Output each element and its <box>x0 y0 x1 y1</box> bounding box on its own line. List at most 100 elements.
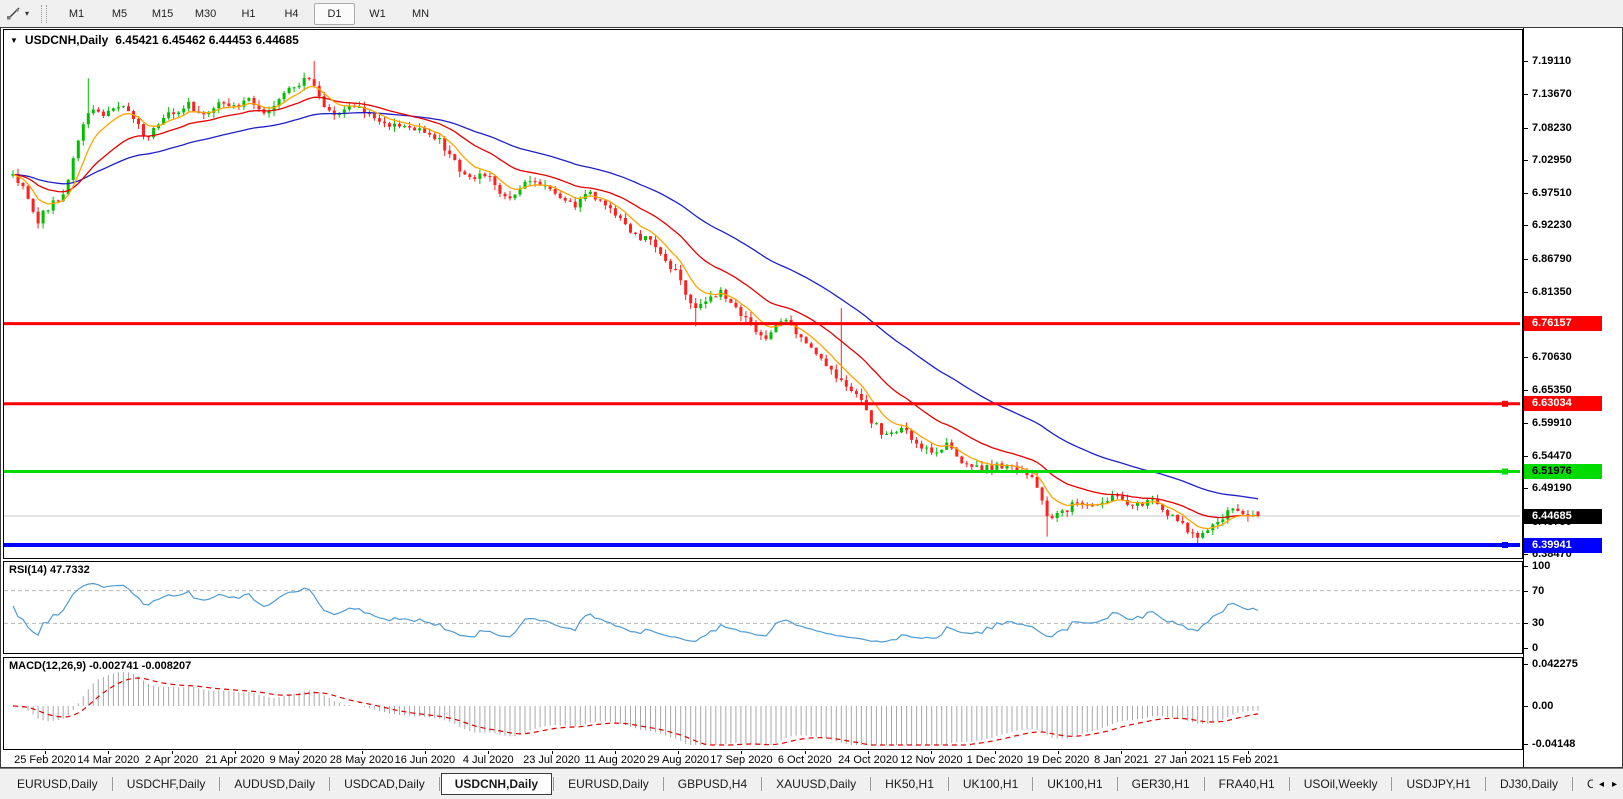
tab-separator <box>1288 777 1290 791</box>
tabs-scroll-left-icon[interactable]: ◂ <box>1599 779 1604 790</box>
price-tick-dash <box>1524 291 1528 293</box>
price-marker[interactable]: 6.76157 <box>1524 316 1602 332</box>
chart-window: ▼ USDCNH,Daily 6.45421 6.45462 6.44453 6… <box>0 27 1623 768</box>
timeframe-toolbar: M1 M5 M15 M30 H1 H4 D1 W1 MN <box>56 2 441 25</box>
price-tick-dash <box>1524 488 1528 490</box>
date-label: 8 Jan 2021 <box>1094 754 1149 766</box>
tab-usdjpy-h1[interactable]: USDJPY,H1 <box>1393 774 1483 794</box>
pointer-tool-group: ▾ <box>0 5 29 22</box>
rsi-panel[interactable]: RSI(14) 47.7332 <box>3 561 1523 654</box>
tab-audusd-daily[interactable]: AUDUSD,Daily <box>221 774 328 794</box>
rsi-scale-label: 100 <box>1532 560 1551 572</box>
chart-title: ▼ USDCNH,Daily 6.45421 6.45462 6.44453 6… <box>10 33 299 47</box>
symbol-collapse-icon[interactable]: ▼ <box>10 36 18 45</box>
timeframe-m30[interactable]: M30 <box>185 3 226 25</box>
rsi-chart <box>4 582 1520 643</box>
ma-line-fast <box>12 85 1259 530</box>
tab-gbpusd-h4[interactable]: GBPUSD,H4 <box>665 774 760 794</box>
price-tick-label: 6.97510 <box>1532 187 1572 200</box>
tab-dj30-daily[interactable]: DJ30,Daily <box>1487 774 1571 794</box>
timeframe-m5[interactable]: M5 <box>99 3 140 25</box>
price-tick-label: 7.13670 <box>1532 88 1572 101</box>
price-axis[interactable]: 7.19110 7.13670 7.08230 7.02950 6.97510 6.922… <box>1523 28 1622 767</box>
chart-tabs: EURUSD,Daily USDCHF,Daily AUDUSD,Daily USDC… <box>4 769 1593 799</box>
chart-symbol-label: USDCNH,Daily <box>24 33 109 47</box>
price-tick-label: 7.02950 <box>1532 153 1572 166</box>
main-chart-panel[interactable]: ▼ USDCNH,Daily 6.45421 6.45462 6.44453 6… <box>3 29 1523 559</box>
date-label: 9 May 2020 <box>269 754 327 766</box>
date-label: 17 Sep 2020 <box>710 754 773 766</box>
tab-eurusd-daily[interactable]: EURUSD,Daily <box>4 774 111 794</box>
tab-uk100-h1[interactable]: UK100,H1 <box>1034 774 1115 794</box>
level-line-handle[interactable] <box>1502 468 1508 475</box>
price-marker[interactable]: 6.51976 <box>1524 463 1602 479</box>
date-label: 2 Apr 2020 <box>145 754 199 766</box>
tab-separator <box>1391 777 1393 791</box>
date-label: 15 Feb 2021 <box>1217 754 1279 766</box>
tab-separator <box>329 777 331 791</box>
tab-separator <box>438 777 440 791</box>
price-tick-dash <box>1524 258 1528 260</box>
tab-fra40-h1[interactable]: FRA40,H1 <box>1206 774 1288 794</box>
candlestick-chart <box>4 61 1520 548</box>
tab-separator <box>1116 777 1118 791</box>
tab-uk100-h1[interactable]: UK100,H1 <box>950 774 1031 794</box>
tab-separator <box>870 777 872 791</box>
pointer-tool-dropdown-icon[interactable]: ▾ <box>25 9 29 18</box>
timeframe-h4[interactable]: H4 <box>271 3 312 25</box>
timeframe-w1[interactable]: W1 <box>357 3 398 25</box>
tab-ger30-h1[interactable]: GER30,H1 <box>1119 774 1203 794</box>
timeframe-h1[interactable]: H1 <box>228 3 269 25</box>
tab-usdcnh-daily[interactable]: USDCNH,Daily <box>440 773 553 795</box>
macd-scale-dash <box>1524 706 1528 707</box>
price-marker[interactable]: 6.39941 <box>1524 537 1602 553</box>
timeframe-mn[interactable]: MN <box>400 3 441 25</box>
ma-line-medium <box>12 96 1259 519</box>
top-toolbar: ▾ M1 M5 M15 M30 H1 H4 D1 W1 MN <box>0 0 1623 27</box>
date-label: 23 Jul 2020 <box>523 754 580 766</box>
macd-chart <box>12 671 1259 746</box>
macd-scale-label: -0.04148 <box>1532 738 1576 750</box>
tab-china300-h1[interactable]: CHINA300,H1 <box>1574 774 1593 794</box>
rsi-scale-label: 30 <box>1532 617 1545 630</box>
tab-separator <box>111 777 113 791</box>
timeframe-m15[interactable]: M15 <box>142 3 183 25</box>
tab-xauusd-daily[interactable]: XAUUSD,Daily <box>763 774 869 794</box>
tab-usdchf-daily[interactable]: USDCHF,Daily <box>114 774 219 794</box>
rsi-scale-label: 0 <box>1532 642 1539 654</box>
tab-separator <box>1032 777 1034 791</box>
date-label: 11 Aug 2020 <box>584 754 646 766</box>
rsi-scale-dash <box>1524 566 1528 567</box>
macd-scale-label: 0.042275 <box>1532 658 1578 670</box>
tab-eurusd-daily[interactable]: EURUSD,Daily <box>555 774 662 794</box>
tab-separator <box>1484 777 1486 791</box>
macd-panel[interactable]: MACD(12,26,9) -0.002741 -0.008207 <box>3 657 1523 750</box>
timeframe-m1[interactable]: M1 <box>56 3 97 25</box>
price-tick-label: 6.54470 <box>1532 450 1572 463</box>
date-label: 14 Mar 2020 <box>77 754 140 766</box>
tab-separator <box>947 777 949 791</box>
price-tick-label: 6.70630 <box>1532 351 1572 364</box>
date-label: 19 Dec 2020 <box>1026 754 1090 766</box>
date-label: 29 Aug 2020 <box>647 754 710 766</box>
macd-histogram <box>12 671 1259 745</box>
rsi-scale-label: 70 <box>1532 584 1545 597</box>
date-axis[interactable]: 25 Feb 2020 14 Mar 2020 2 Apr 2020 21 Apr 2… <box>3 751 1523 767</box>
price-tick-label: 6.59910 <box>1532 416 1572 429</box>
pointer-tool-icon[interactable] <box>5 5 22 22</box>
tab-separator <box>553 777 555 791</box>
price-tick-label: 6.92230 <box>1532 219 1572 232</box>
tab-usoil-weekly[interactable]: USOil,Weekly <box>1291 774 1391 794</box>
level-line-handle[interactable] <box>1502 542 1508 548</box>
timeframe-d1[interactable]: D1 <box>314 2 356 25</box>
price-marker[interactable]: 6.63034 <box>1524 396 1602 412</box>
tab-hk50-h1[interactable]: HK50,H1 <box>872 774 947 794</box>
level-line-handle[interactable] <box>1502 400 1508 407</box>
tab-usdcad-daily[interactable]: USDCAD,Daily <box>331 774 438 794</box>
tabs-scroll-right-icon[interactable]: ▸ <box>1612 779 1617 790</box>
date-label: 1 Dec 2020 <box>966 754 1023 766</box>
price-marker: 6.44685 <box>1524 508 1602 524</box>
price-tick-dash <box>1524 554 1528 556</box>
toolbar-grip[interactable] <box>41 4 48 23</box>
macd-scale-dash <box>1524 664 1528 665</box>
